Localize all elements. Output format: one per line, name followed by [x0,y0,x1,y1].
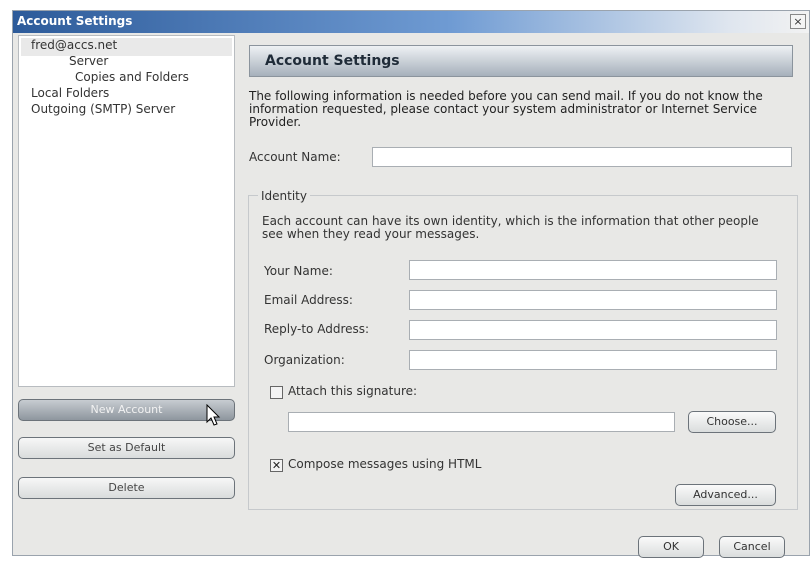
tree-item-label: Local Folders [31,86,110,100]
set-default-button[interactable]: Set as Default [18,437,235,459]
reply-to-address-input[interactable] [409,320,777,340]
reply-to-address-label: Reply-to Address: [264,322,370,336]
account-name-label: Account Name: [249,150,341,164]
account-tree: fred@accs.net Server Copies and Folders … [18,35,235,387]
attach-signature-label: Attach this signature: [288,384,418,398]
tree-item-label: Outgoing (SMTP) Server [31,102,176,116]
signature-file-input[interactable] [288,412,675,432]
tree-item-label: fred@accs.net [31,38,118,52]
cancel-button[interactable]: Cancel [719,536,785,558]
mouse-pointer-icon [206,404,221,426]
new-account-button[interactable]: New Account [18,399,235,421]
window-title: Account Settings [17,14,133,28]
organization-label: Organization: [264,353,345,367]
tree-item-label: Server [69,54,109,68]
tree-item-local-folders[interactable]: Local Folders [31,86,109,100]
tree-item-server[interactable]: Server [69,54,108,68]
advanced-button[interactable]: Advanced... [675,484,776,506]
panel-header: Account Settings [249,45,793,77]
identity-description: Each account can have its own identity, … [262,214,759,241]
account-name-input[interactable] [372,147,792,167]
email-address-input[interactable] [409,290,777,310]
organization-input[interactable] [409,350,777,370]
tree-item-outgoing-server[interactable]: Outgoing (SMTP) Server [31,102,175,116]
compose-html-label: Compose messages using HTML [288,457,482,471]
ok-button[interactable]: OK [638,536,704,558]
your-name-label: Your Name: [264,264,333,278]
title-bar[interactable]: Account Settings × [13,11,809,33]
compose-html-checkbox[interactable]: ✕ [270,459,283,472]
email-address-label: Email Address: [264,293,353,307]
panel-title: Account Settings [265,53,400,69]
choose-button[interactable]: Choose... [688,411,776,433]
tree-item-label: Copies and Folders [75,70,189,84]
identity-group-label: Identity [258,189,310,203]
intro-text: The following information is needed befo… [249,89,763,129]
tree-item-copies-folders[interactable]: Copies and Folders [75,70,189,84]
delete-button[interactable]: Delete [18,477,235,499]
your-name-input[interactable] [409,260,777,280]
tree-item-account[interactable]: fred@accs.net [21,38,232,56]
close-icon[interactable]: × [790,14,806,29]
attach-signature-checkbox[interactable] [270,386,283,399]
